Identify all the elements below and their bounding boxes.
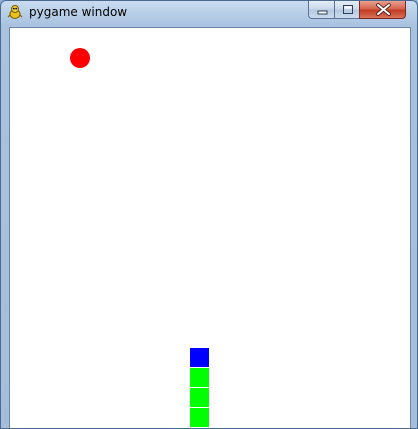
food-apple [70,48,90,68]
window-title: pygame window [29,5,128,19]
minimize-button[interactable] [308,1,335,19]
snake-body-segment [190,368,209,387]
close-button[interactable] [359,1,406,19]
snake-body-segment [190,388,209,407]
title-bar[interactable]: pygame window [1,1,417,25]
close-icon [376,3,391,16]
snake-head [190,348,209,367]
snake-body-segment [190,408,209,427]
game-canvas[interactable] [9,27,411,428]
pygame-window: pygame window [0,0,418,429]
minimize-icon [317,10,328,15]
maximize-button[interactable] [334,1,360,19]
maximize-icon [343,5,353,14]
pygame-snake-icon[interactable] [7,4,23,20]
